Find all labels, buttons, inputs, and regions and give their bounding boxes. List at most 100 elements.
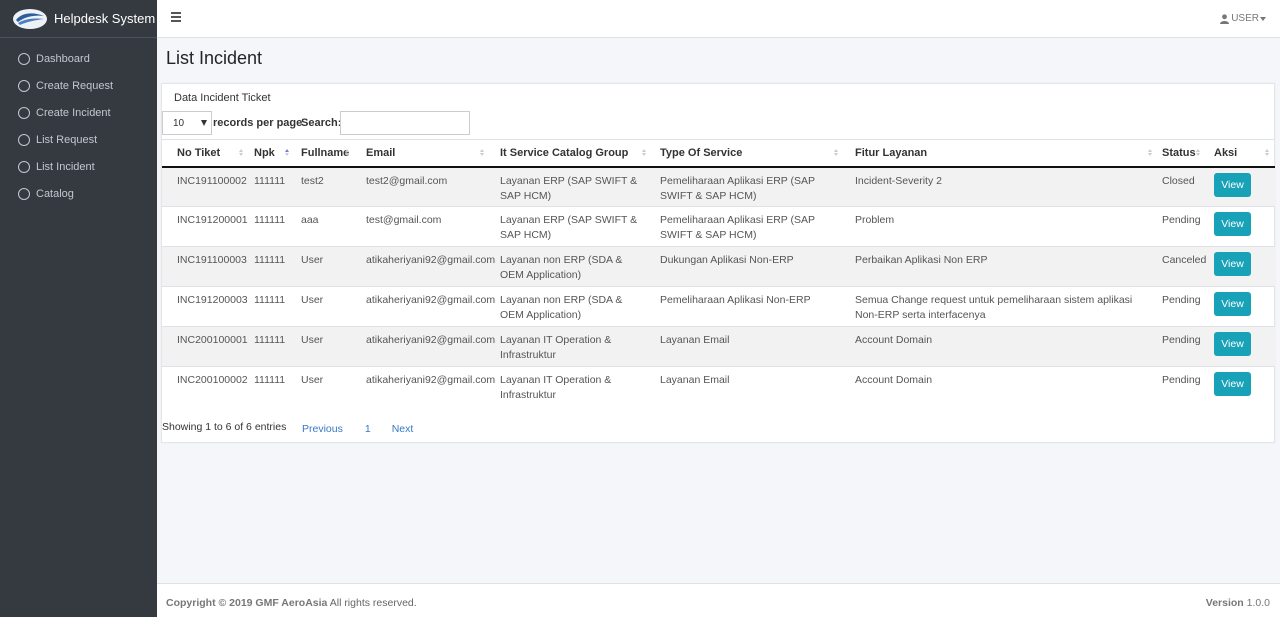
column-service-group[interactable]: It Service Catalog Group (490, 139, 652, 168)
sidebar-item-label: Dashboard (36, 52, 90, 65)
cell-service-group: Layanan ERP (SAP SWIFT & SAP HCM) (490, 206, 652, 247)
cell-npk: 111111 (249, 206, 295, 247)
records-per-page-label: records per page (213, 117, 303, 129)
sidebar-item-label: List Incident (36, 160, 95, 173)
cell-status: Canceled (1158, 246, 1206, 287)
sidebar-item-dashboard[interactable]: Dashboard (0, 45, 157, 72)
page-title: List Incident (166, 48, 263, 68)
incident-card: Data Incident Ticket 10 records per page… (161, 83, 1275, 443)
copyright-text: Copyright © 2019 GMF AeroAsia All rights… (166, 597, 417, 609)
hamburger-icon[interactable] (171, 12, 181, 22)
cell-email: atikaheriyani92@gmail.com (355, 286, 495, 327)
user-menu[interactable]: USER (1220, 13, 1266, 24)
incident-table: No Tiket Npk Fullname Email It Service C… (162, 139, 1275, 407)
records-per-page-select[interactable]: 10 (162, 111, 212, 135)
cell-email: atikaheriyani92@gmail.com (355, 366, 495, 407)
cell-fitur-layanan: Perbaikan Aplikasi Non ERP (844, 246, 1158, 287)
view-button[interactable]: View (1214, 252, 1251, 276)
column-fullname[interactable]: Fullname (295, 139, 355, 168)
column-no-tiket[interactable]: No Tiket (162, 139, 249, 168)
page-1-button[interactable]: 1 (365, 423, 371, 435)
column-aksi[interactable]: Aksi (1206, 139, 1275, 168)
cell-no-tiket: INC191100002 (162, 166, 249, 207)
cell-fitur-layanan: Account Domain (844, 366, 1158, 407)
cell-email: test2@gmail.com (355, 166, 490, 207)
version-label: Version (1205, 597, 1244, 609)
cell-type-of-service: Pemeliharaan Aplikasi ERP (SAP SWIFT & S… (652, 166, 844, 207)
gmf-logo-icon (13, 8, 47, 29)
cell-fullname: User (295, 286, 355, 327)
sort-icon (345, 149, 350, 158)
cell-type-of-service: Layanan Email (652, 366, 844, 407)
circle-icon (18, 52, 30, 65)
column-fitur-layanan[interactable]: Fitur Layanan (844, 139, 1158, 168)
column-email[interactable]: Email (355, 139, 490, 168)
sort-asc-icon (285, 149, 290, 158)
cell-fitur-layanan: Problem (844, 206, 1158, 247)
cell-email: test@gmail.com (355, 206, 490, 247)
cell-type-of-service: Dukungan Aplikasi Non-ERP (652, 246, 844, 287)
footer: Copyright © 2019 GMF AeroAsia All rights… (157, 583, 1280, 617)
view-button[interactable]: View (1214, 292, 1251, 316)
cell-fullname: aaa (295, 206, 355, 247)
sort-icon (642, 149, 647, 158)
sidebar-item-label: List Request (36, 133, 98, 146)
version-value: 1.0.0 (1243, 597, 1270, 609)
table-row: INC191200001 111111 aaa test@gmail.com L… (162, 206, 1275, 247)
caret-down-icon (201, 120, 207, 126)
brand-link[interactable]: Helpdesk System (0, 0, 157, 38)
sort-icon (1196, 149, 1201, 158)
column-type-of-service[interactable]: Type Of Service (652, 139, 844, 168)
cell-fitur-layanan: Account Domain (844, 326, 1158, 367)
chevron-down-icon (1260, 16, 1266, 21)
topbar: USER (157, 0, 1280, 38)
cell-fitur-layanan: Semua Change request untuk pemeliharaan … (844, 286, 1158, 327)
cell-npk: 111111 (249, 366, 295, 407)
circle-icon (18, 79, 30, 92)
table-info: Showing 1 to 6 of 6 entries (162, 421, 287, 433)
view-button[interactable]: View (1214, 332, 1251, 356)
card-title: Data Incident Ticket (174, 92, 271, 104)
cell-fullname: User (295, 366, 355, 407)
search-input[interactable] (340, 111, 470, 135)
sidebar-item-create-incident[interactable]: Create Incident (0, 99, 157, 126)
cell-no-tiket: INC191200003 (162, 286, 249, 327)
sidebar-item-create-request[interactable]: Create Request (0, 72, 157, 99)
cell-status: Pending (1158, 206, 1206, 247)
pagination: Previous 1 Next (302, 423, 413, 435)
view-button[interactable]: View (1214, 372, 1251, 396)
cell-aksi: View (1206, 166, 1275, 207)
circle-icon (18, 160, 30, 173)
sidebar: Helpdesk System Dashboard Create Request… (0, 0, 157, 617)
sidebar-item-label: Create Request (36, 79, 114, 92)
cell-service-group: Layanan non ERP (SDA & OEM Application) (490, 286, 652, 327)
view-button[interactable]: View (1214, 172, 1251, 197)
cell-fullname: User (295, 246, 355, 287)
next-page-button[interactable]: Next (392, 423, 414, 435)
sort-icon (239, 149, 244, 158)
view-button[interactable]: View (1214, 212, 1251, 236)
sidebar-item-catalog[interactable]: Catalog (0, 180, 157, 207)
circle-icon (18, 133, 30, 146)
column-status[interactable]: Status (1158, 139, 1206, 168)
cell-status: Pending (1158, 286, 1206, 327)
copyright-bold[interactable]: Copyright © 2019 GMF AeroAsia (166, 597, 327, 609)
table-row: INC191200003 111111 User atikaheriyani92… (162, 286, 1275, 327)
sidebar-item-list-request[interactable]: List Request (0, 126, 157, 153)
cell-type-of-service: Pemeliharaan Aplikasi Non-ERP (652, 286, 844, 327)
sidebar-item-label: Catalog (36, 187, 74, 200)
user-label: USER (1231, 13, 1259, 24)
column-npk[interactable]: Npk (249, 139, 295, 168)
cell-aksi: View (1206, 326, 1275, 367)
sort-icon (834, 149, 839, 158)
cell-fitur-layanan: Incident-Severity 2 (844, 166, 1158, 207)
table-row: INC200100001 111111 User atikaheriyani92… (162, 326, 1275, 367)
cell-no-tiket: INC191100003 (162, 246, 249, 287)
brand-name: Helpdesk System (54, 11, 156, 26)
cell-npk: 111111 (249, 246, 295, 287)
previous-page-button[interactable]: Previous (302, 423, 343, 435)
table-row: INC191100002 111111 test2 test2@gmail.co… (162, 166, 1275, 207)
sidebar-item-list-incident[interactable]: List Incident (0, 153, 157, 180)
cell-no-tiket: INC200100001 (162, 326, 249, 367)
cell-aksi: View (1206, 206, 1275, 247)
